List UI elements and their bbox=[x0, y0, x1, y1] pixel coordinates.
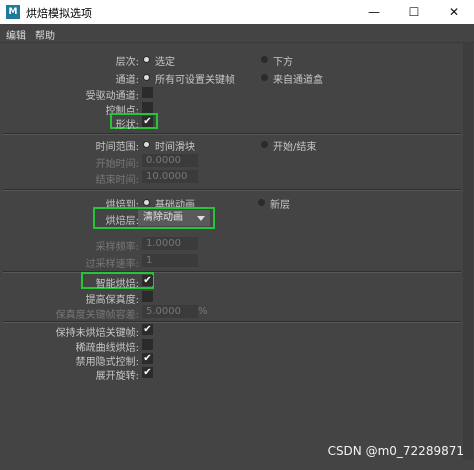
hierarchy-below-label: 下方 bbox=[273, 57, 293, 68]
start-end-radio[interactable] bbox=[261, 141, 268, 148]
time-slider-radio[interactable] bbox=[143, 141, 150, 148]
close-button[interactable]: ✕ bbox=[434, 0, 474, 24]
fidelity-keys-tolerance-label: 保真度关键帧容差: bbox=[55, 310, 139, 321]
disable-implicit-control-label: 禁用隐式控制: bbox=[75, 357, 139, 368]
hierarchy-selected-radio[interactable] bbox=[143, 56, 150, 63]
hierarchy-selected-label: 选定 bbox=[155, 57, 175, 68]
oversample-field[interactable]: 1 bbox=[142, 254, 198, 267]
bake-to-new-layer-label: 新层 bbox=[270, 200, 290, 211]
smart-bake-label: 智能烘焙: bbox=[95, 279, 139, 290]
watermark-text: CSDN @m0_72289871 bbox=[327, 444, 464, 458]
separator bbox=[3, 321, 461, 323]
maximize-button[interactable]: ☐ bbox=[394, 0, 434, 24]
channels-label: 通道: bbox=[115, 75, 139, 86]
bake-options-panel: 层次: 选定 下方 通道: 所有可设置关键帧 来自通道盒 受驱动通道: 控制点:… bbox=[3, 43, 461, 460]
oversample-label: 过采样速率: bbox=[85, 259, 139, 270]
window-title: 烘焙模拟选项 bbox=[26, 7, 92, 20]
end-time-label: 结束时间: bbox=[95, 175, 139, 186]
increase-fidelity-checkbox[interactable] bbox=[142, 291, 153, 302]
time-slider-label: 时间滑块 bbox=[155, 142, 195, 153]
title-bar: M 烘焙模拟选项 — ☐ ✕ bbox=[0, 0, 474, 24]
hierarchy-label: 层次: bbox=[115, 57, 139, 68]
time-range-label: 时间范围: bbox=[95, 142, 139, 153]
menu-edit[interactable]: 编辑 bbox=[6, 27, 26, 42]
separator bbox=[3, 271, 461, 273]
sparse-curve-bake-checkbox[interactable] bbox=[142, 339, 153, 350]
hierarchy-below-radio[interactable] bbox=[261, 56, 268, 63]
driven-channels-checkbox[interactable] bbox=[142, 87, 153, 98]
sparse-curve-bake-label: 稀疏曲线烘焙: bbox=[75, 343, 139, 354]
minimize-button[interactable]: — bbox=[354, 0, 394, 24]
end-time-field[interactable]: 10.0000 bbox=[142, 170, 198, 183]
menu-help[interactable]: 帮助 bbox=[35, 27, 55, 42]
increase-fidelity-label: 提高保真度: bbox=[85, 295, 139, 306]
channels-from-channelbox-label: 来自通道盒 bbox=[273, 75, 323, 86]
channels-from-channelbox-radio[interactable] bbox=[261, 74, 268, 81]
fidelity-keys-tolerance-field[interactable]: 5.0000 bbox=[142, 305, 198, 318]
unroll-rotation-label: 展开旋转: bbox=[95, 371, 139, 382]
start-time-field[interactable]: 0.0000 bbox=[142, 154, 198, 167]
percent-unit: % bbox=[198, 306, 208, 317]
separator bbox=[3, 189, 461, 191]
sample-by-field[interactable]: 1.0000 bbox=[142, 237, 198, 250]
start-time-label: 开始时间: bbox=[95, 159, 139, 170]
control-points-checkbox[interactable] bbox=[142, 102, 153, 113]
shape-checkbox[interactable]: ✔ bbox=[142, 116, 153, 127]
keep-unbaked-keys-checkbox[interactable]: ✔ bbox=[142, 324, 153, 335]
bake-layer-dropdown[interactable]: 清除动画 bbox=[138, 210, 210, 226]
menu-bar: 编辑 帮助 bbox=[0, 24, 474, 43]
start-end-label: 开始/结束 bbox=[273, 142, 317, 153]
channels-all-keyable-radio[interactable] bbox=[143, 74, 150, 81]
bake-to-base-radio[interactable] bbox=[143, 199, 150, 206]
unroll-rotation-checkbox[interactable]: ✔ bbox=[142, 367, 153, 378]
separator bbox=[3, 133, 461, 135]
smart-bake-checkbox[interactable]: ✔ bbox=[142, 275, 153, 286]
maya-app-icon: M bbox=[6, 5, 20, 19]
bake-layer-value: 清除动画 bbox=[143, 212, 183, 223]
vertical-scrollbar[interactable] bbox=[463, 43, 473, 460]
channels-all-keyable-label: 所有可设置关键帧 bbox=[155, 75, 235, 86]
sample-by-label: 采样频率: bbox=[95, 242, 139, 253]
disable-implicit-control-checkbox[interactable]: ✔ bbox=[142, 353, 153, 364]
keep-unbaked-keys-label: 保持未烘焙关键帧: bbox=[55, 328, 139, 339]
bake-layer-label: 烘焙层: bbox=[105, 216, 139, 227]
bake-to-new-layer-radio[interactable] bbox=[258, 199, 265, 206]
driven-channels-label: 受驱动通道: bbox=[85, 91, 139, 102]
shape-label: 形状: bbox=[115, 120, 139, 131]
chevron-down-icon bbox=[197, 216, 205, 221]
